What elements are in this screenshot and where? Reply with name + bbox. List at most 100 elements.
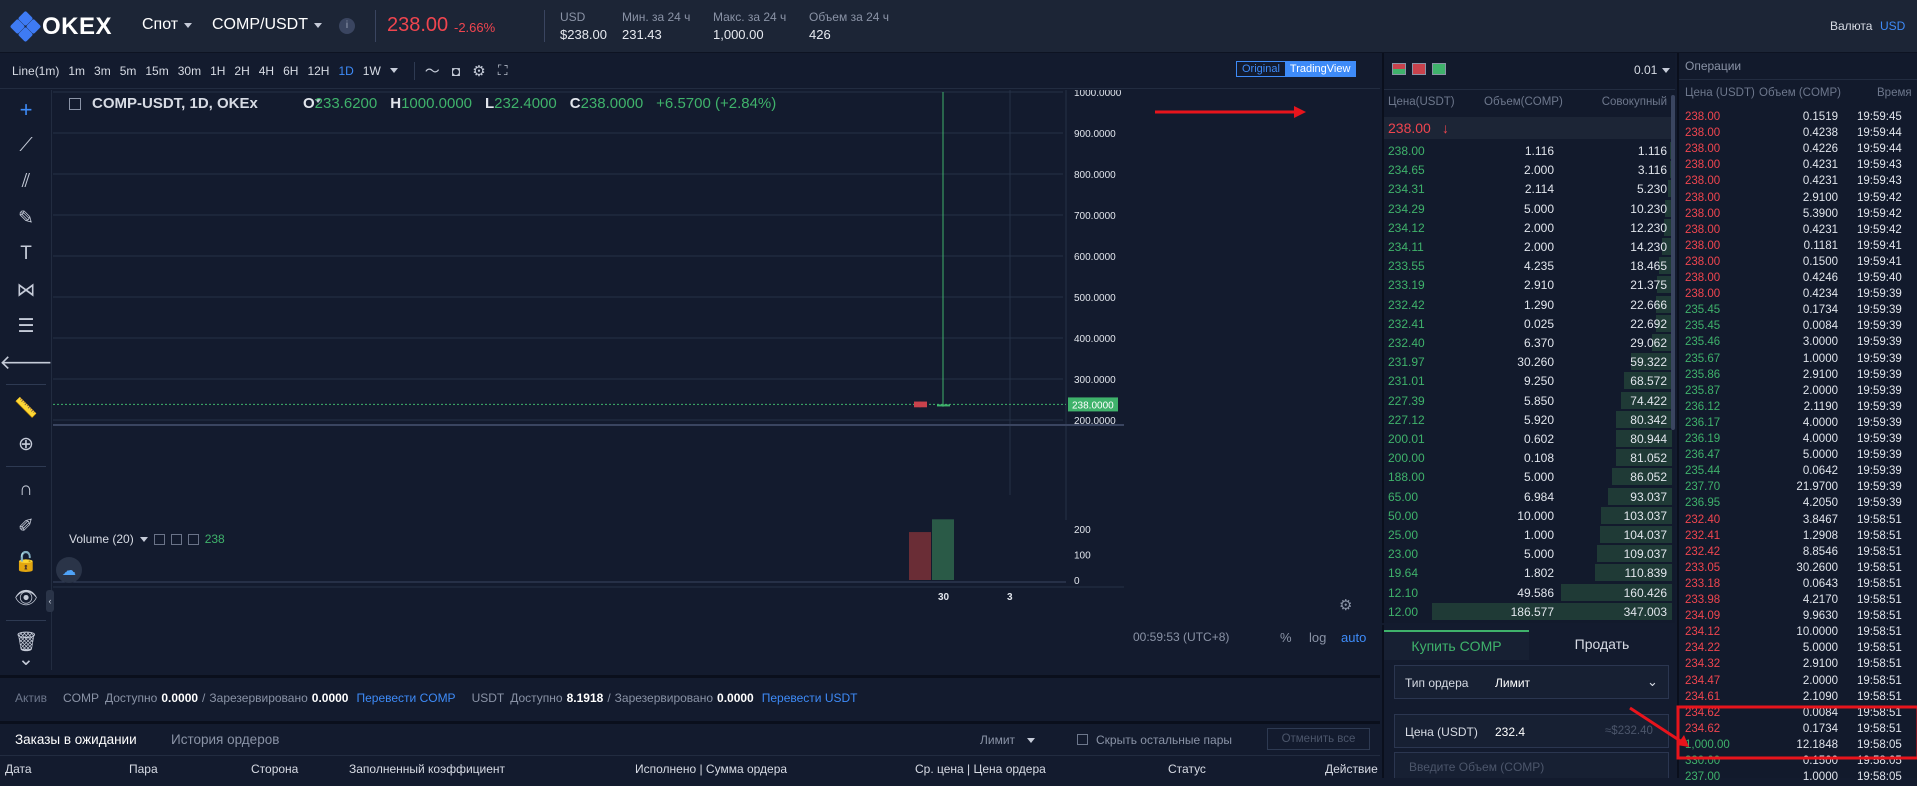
market-type-select[interactable]: Спот — [142, 16, 193, 34]
trade-price: 238.00 — [1685, 111, 1721, 123]
timeframe-line-1m[interactable]: Line(1m) — [12, 64, 59, 78]
orderbook-row[interactable]: 12.00 186.577 347.003 — [1384, 602, 1672, 621]
logo-text: OKEX — [42, 13, 113, 40]
pattern-tool-icon[interactable]: ⋈ — [12, 276, 40, 304]
pencil-lock-icon[interactable]: ✐ — [12, 512, 40, 540]
orderbook-row[interactable]: 50.00 10.000 103.037 — [1384, 506, 1672, 525]
tab-order-history[interactable]: История ордеров — [171, 732, 279, 747]
orderbook-row[interactable]: 188.00 5.000 86.052 — [1384, 467, 1672, 486]
timeframe-2h[interactable]: 2H — [234, 64, 249, 78]
measure-icon[interactable]: 📏 — [12, 394, 40, 422]
orderbook-row[interactable]: 231.97 30.260 59.322 — [1384, 352, 1672, 371]
fib-tool-icon[interactable]: ⫽ — [12, 168, 40, 196]
view-tradingview-button[interactable]: TradingView — [1284, 62, 1356, 76]
timeframe-4h[interactable]: 4H — [259, 64, 274, 78]
scrollbar[interactable] — [1671, 95, 1675, 430]
book-asks-icon[interactable] — [1412, 63, 1426, 75]
orderbook-row[interactable]: 19.64 1.802 110.839 — [1384, 563, 1672, 582]
timeframe-5m[interactable]: 5m — [120, 64, 137, 78]
camera-icon[interactable]: ◘ — [452, 63, 460, 79]
timeframe-12h[interactable]: 12H — [307, 64, 329, 78]
orderbook-row[interactable]: 232.41 0.025 22.692 — [1384, 314, 1672, 333]
tab-pending-orders[interactable]: Заказы в ожидании — [15, 732, 137, 747]
price-field[interactable]: Цена (USDT) 232.4 ≈$232.40 — [1394, 714, 1669, 748]
tab-sell[interactable]: Продать — [1529, 630, 1675, 660]
orderbook-row[interactable]: 200.01 0.602 80.944 — [1384, 429, 1672, 448]
orderbook-row[interactable]: 65.00 6.984 93.037 — [1384, 487, 1672, 506]
text-tool-icon[interactable]: T — [12, 240, 40, 268]
orderbook-row[interactable]: 234.29 5.000 10.230 — [1384, 199, 1672, 218]
timeframe-1m[interactable]: 1m — [68, 64, 85, 78]
pair-select[interactable]: COMP/USDT — [212, 16, 322, 34]
transfer-usdt-link[interactable]: Перевести USDT — [762, 691, 858, 705]
orderbook-row[interactable]: 233.55 4.235 18.465 — [1384, 256, 1672, 275]
amount-input[interactable]: Введите Объем (COMP) — [1394, 752, 1669, 778]
timeframe-15m[interactable]: 15m — [145, 64, 168, 78]
back-arrow-icon[interactable]: 🡐 — [0, 348, 53, 376]
close-icon[interactable] — [187, 533, 199, 545]
volume-legend[interactable]: Volume (20) 238 — [69, 532, 225, 546]
chevron-down-icon[interactable]: ⌄ — [12, 649, 40, 670]
tab-buy[interactable]: Купить COMP — [1384, 630, 1529, 660]
magnet-icon[interactable]: ∩ — [12, 476, 40, 504]
ruler-lines-icon[interactable]: ☰ — [12, 312, 40, 340]
price-step-select[interactable]: 0.01 — [1634, 63, 1671, 77]
view-original-button[interactable]: Original — [1237, 62, 1285, 76]
chart-type-icon[interactable]: 〜 — [425, 60, 440, 81]
orderbook-row[interactable]: 227.39 5.850 74.422 — [1384, 391, 1672, 410]
candle-body — [914, 401, 927, 408]
info-icon[interactable]: i — [339, 18, 355, 34]
timeframe-1h[interactable]: 1H — [210, 64, 225, 78]
cancel-all-button[interactable]: Отменить все — [1267, 728, 1370, 750]
currency-select[interactable]: USD — [1880, 19, 1905, 33]
trade-amount: 10.0000 — [1796, 626, 1838, 639]
timeframe-30m[interactable]: 30m — [178, 64, 201, 78]
orderbook-row[interactable]: 23.00 5.000 109.037 — [1384, 544, 1672, 563]
orderbook-row[interactable]: 200.00 0.108 81.052 — [1384, 448, 1672, 467]
timeframe-1w[interactable]: 1W — [363, 64, 381, 78]
chevron-down-icon — [139, 536, 148, 542]
timeframe-1d[interactable]: 1D — [338, 64, 353, 78]
orderbook-row[interactable]: 234.11 2.000 14.230 — [1384, 237, 1672, 256]
auto-toggle[interactable]: auto — [1341, 630, 1366, 645]
eye-icon[interactable] — [153, 533, 165, 545]
transfer-comp-link[interactable]: Перевести COMP — [356, 691, 455, 705]
book-bids-icon[interactable] — [1432, 63, 1446, 75]
percent-toggle[interactable]: % — [1280, 630, 1292, 645]
orderbook-row[interactable]: 233.19 2.910 21.375 — [1384, 275, 1672, 294]
gear-icon[interactable]: ⚙ — [1339, 596, 1352, 614]
row-amount: 6.984 — [1523, 489, 1554, 504]
zoom-in-icon[interactable]: ⊕ — [12, 430, 40, 458]
cloud-icon[interactable]: ☁ — [56, 557, 82, 583]
orderbook-row[interactable]: 232.40 6.370 29.062 — [1384, 333, 1672, 352]
last-price-tag: 238.0000 — [1072, 400, 1114, 411]
chevron-down-icon[interactable] — [389, 68, 398, 73]
settings-icon[interactable] — [170, 533, 182, 545]
orderbook-row[interactable]: 234.65 2.000 3.116 — [1384, 160, 1672, 179]
timeframe-6h[interactable]: 6H — [283, 64, 298, 78]
orderbook-row[interactable]: 25.00 1.000 104.037 — [1384, 525, 1672, 544]
order-type-select[interactable]: Тип ордера Лимит ⌄ — [1394, 665, 1669, 699]
orderbook-row[interactable]: 231.01 9.250 68.572 — [1384, 371, 1672, 390]
order-filter-select[interactable]: Лимит — [980, 733, 1036, 747]
fullscreen-icon[interactable]: ⛶ — [498, 62, 508, 79]
orderbook-row[interactable]: 234.12 2.000 12.230 — [1384, 218, 1672, 237]
brush-icon[interactable]: ✎ — [12, 204, 40, 232]
gear-icon[interactable]: ⚙ — [472, 62, 485, 80]
trend-line-icon[interactable]: ⟋ — [12, 132, 40, 160]
orderbook-row[interactable]: 234.31 2.114 5.230 — [1384, 179, 1672, 198]
eye-icon[interactable]: 👁 — [12, 584, 40, 612]
okex-logo[interactable]: OKEX — [9, 10, 113, 43]
orderbook-row[interactable]: 238.00 1.116 1.116 — [1384, 141, 1672, 160]
price-chart[interactable]: COMP-USDT, 1D, OKEx O 233.6200 H 1000.0000… — [53, 90, 1380, 670]
hide-pairs-checkbox[interactable] — [1077, 734, 1088, 745]
log-toggle[interactable]: log — [1309, 630, 1326, 645]
timeframe-3m[interactable]: 3m — [94, 64, 111, 78]
orderbook-row[interactable]: 232.42 1.290 22.666 — [1384, 295, 1672, 314]
book-both-icon[interactable] — [1392, 63, 1406, 75]
orderbook-row[interactable]: 227.12 5.920 80.342 — [1384, 410, 1672, 429]
unlock-icon[interactable]: 🔓 — [12, 548, 40, 576]
price-step-value: 0.01 — [1634, 63, 1658, 77]
orderbook-row[interactable]: 12.10 49.586 160.426 — [1384, 583, 1672, 602]
crosshair-icon[interactable]: + — [12, 96, 40, 124]
